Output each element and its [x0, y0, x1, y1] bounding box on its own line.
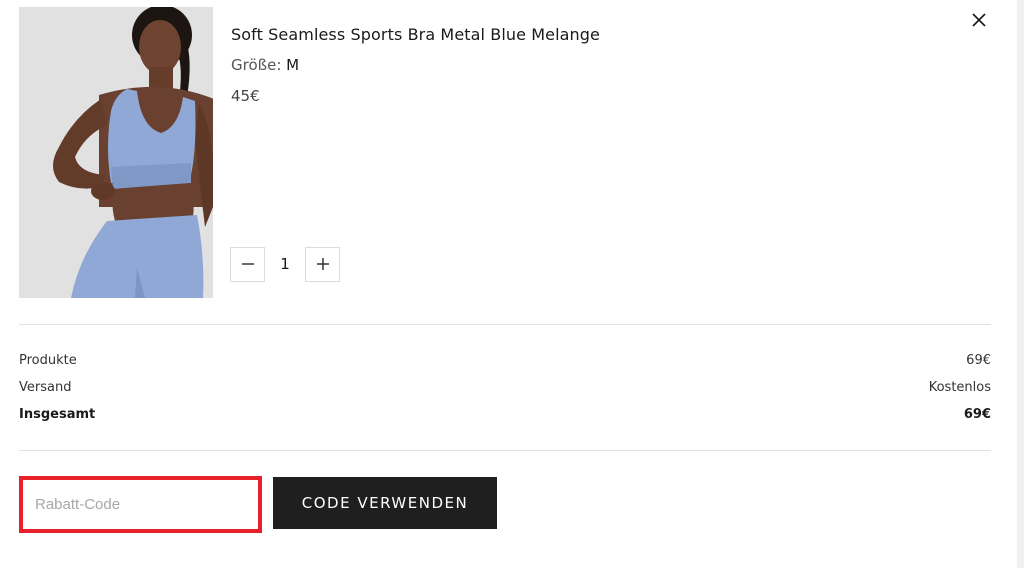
decrease-quantity-button[interactable]: [230, 246, 265, 282]
product-price: 45€: [231, 87, 260, 105]
product-image[interactable]: [19, 7, 213, 298]
scrollbar[interactable]: [1017, 0, 1024, 568]
divider: [19, 450, 991, 451]
minus-icon: [241, 263, 254, 265]
product-title[interactable]: Soft Seamless Sports Bra Metal Blue Mela…: [231, 25, 600, 44]
shipping-label: Versand: [19, 380, 72, 395]
size-value: M: [286, 56, 300, 74]
quantity-value[interactable]: 1: [265, 255, 305, 273]
plus-icon: [316, 258, 329, 270]
cart-page: Soft Seamless Sports Bra Metal Blue Mela…: [0, 0, 1024, 568]
divider: [19, 324, 991, 325]
summary-products-row: Produkte 69€: [19, 353, 991, 368]
discount-input-highlight: [19, 476, 262, 533]
close-icon: [972, 13, 986, 27]
size-label: Größe:: [231, 56, 287, 74]
quantity-stepper: 1: [230, 246, 340, 282]
shipping-value: Kostenlos: [928, 380, 991, 395]
summary-shipping-row: Versand Kostenlos: [19, 380, 991, 395]
product-size: Größe: M: [231, 56, 299, 74]
discount-code-input[interactable]: [23, 480, 258, 529]
apply-code-button[interactable]: CODE VERWENDEN: [273, 477, 497, 529]
total-label: Insgesamt: [19, 407, 96, 422]
total-value: 69€: [963, 407, 991, 422]
summary-total-row: Insgesamt 69€: [19, 407, 991, 422]
increase-quantity-button[interactable]: [305, 246, 340, 282]
products-value: 69€: [966, 353, 991, 368]
products-label: Produkte: [19, 353, 77, 368]
remove-item-button[interactable]: [968, 9, 990, 31]
